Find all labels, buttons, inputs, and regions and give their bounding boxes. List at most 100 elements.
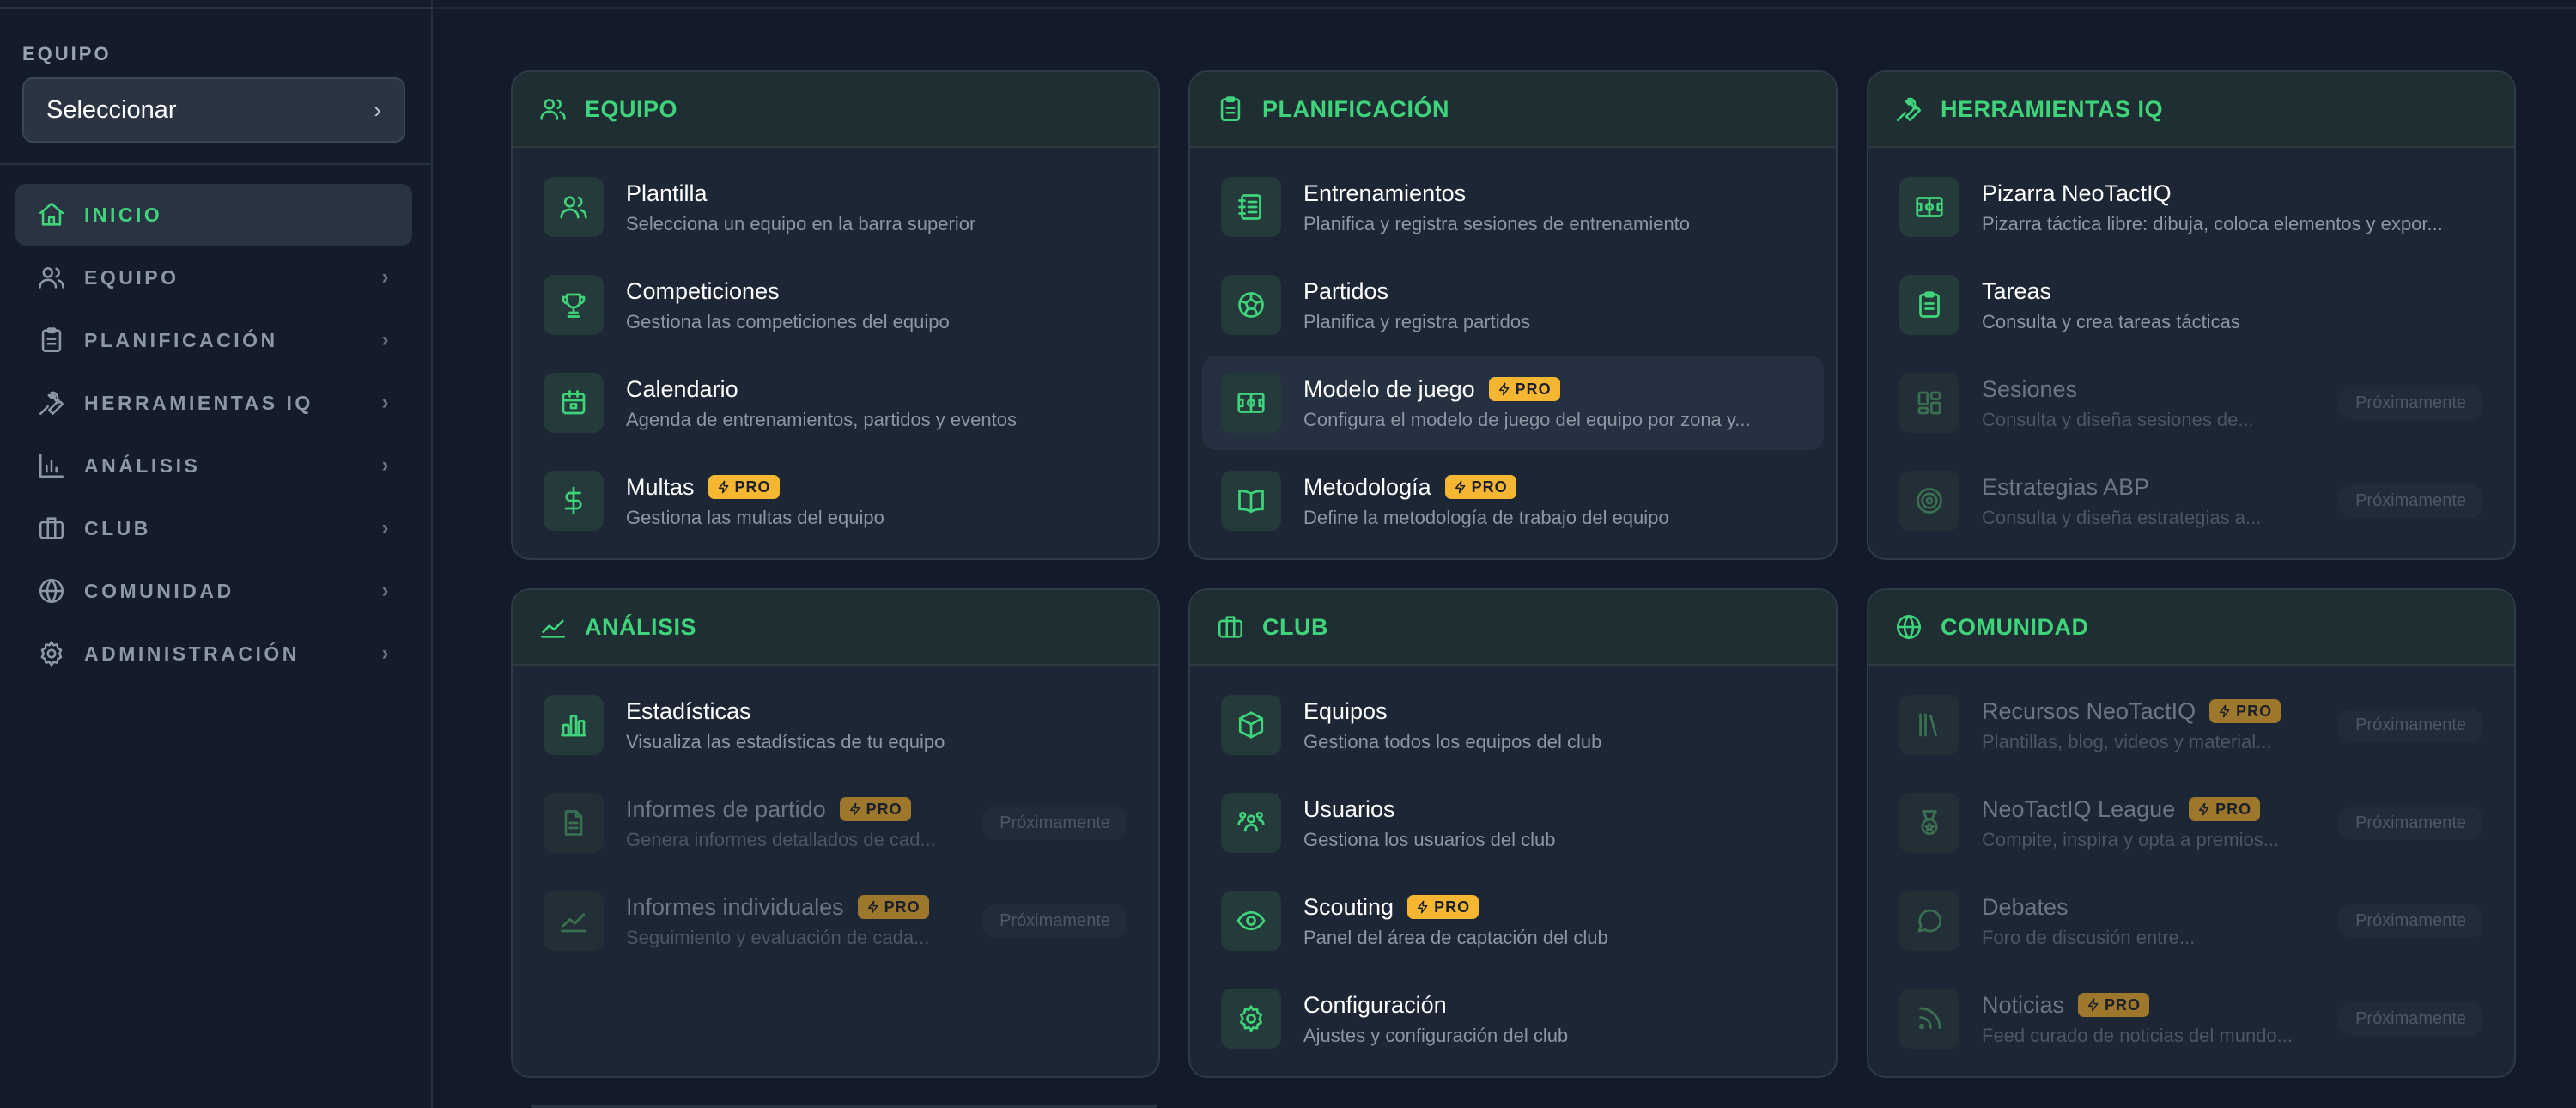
menu-item-competiciones[interactable]: Competiciones Gestiona las competiciones… xyxy=(525,258,1146,352)
sidebar-item-label: HERRAMIENTAS IQ xyxy=(84,391,313,414)
menu-item-estrategias-abp: Estrategias ABP Consulta y diseña estrat… xyxy=(1880,454,2502,548)
team-select[interactable]: Seleccionar › xyxy=(22,77,405,143)
card-header: COMUNIDAD xyxy=(1868,590,2514,666)
chevron-right-icon: › xyxy=(381,328,392,351)
card-club: CLUB Equipos Gestiona todos los equipos … xyxy=(1188,588,1838,1078)
pro-badge: PRO xyxy=(708,475,780,499)
users-icon xyxy=(36,262,67,293)
user-group-icon xyxy=(1221,793,1281,853)
document-icon xyxy=(544,793,604,853)
trophy-icon xyxy=(544,275,604,335)
lightning-icon xyxy=(718,480,728,494)
sidebar-item-label: EQUIPO xyxy=(84,265,179,289)
clipboard-icon xyxy=(36,325,67,356)
item-description: Consulta y crea tareas tácticas xyxy=(1982,311,2240,332)
item-title-text: Informes individuales xyxy=(626,893,844,920)
item-title-text: Scouting xyxy=(1303,893,1394,920)
menu-item-equipos[interactable]: Equipos Gestiona todos los equipos del c… xyxy=(1202,678,1824,772)
briefcase-icon xyxy=(36,513,67,544)
menu-item-metodologia[interactable]: Metodología PRO Define la metodología de… xyxy=(1202,454,1824,548)
pro-badge: PRO xyxy=(857,895,929,919)
item-title: Equipos xyxy=(1303,697,1388,724)
card-title: CLUB xyxy=(1262,613,1328,640)
item-title: NeoTactIQ League PRO xyxy=(1982,794,2323,824)
menu-item-multas[interactable]: Multas PRO Gestiona las multas del equip… xyxy=(525,454,1146,548)
menu-item-configuracion[interactable]: Configuración Ajustes y configuración de… xyxy=(1202,971,1824,1066)
pro-badge-label: PRO xyxy=(866,800,902,818)
item-description: Planifica y registra sesiones de entrena… xyxy=(1303,213,1691,234)
menu-item-estadisticas[interactable]: Estadísticas Visualiza las estadísticas … xyxy=(525,678,1146,772)
item-description: Gestiona todos los equipos del club xyxy=(1303,731,1602,752)
team-select-value: Seleccionar xyxy=(46,95,177,124)
chevron-right-icon: › xyxy=(381,454,392,477)
item-title: Modelo de juego PRO xyxy=(1303,374,1805,404)
menu-item-sesiones: Sesiones Consulta y diseña sesiones de..… xyxy=(1880,356,2502,450)
sidebar-item-administracion[interactable]: ADMINISTRACIÓN › xyxy=(15,623,412,685)
gear-icon xyxy=(36,638,67,669)
menu-item-scouting[interactable]: Scouting PRO Panel del área de captación… xyxy=(1202,874,1824,968)
sidebar-item-herramientas[interactable]: HERRAMIENTAS IQ › xyxy=(15,372,412,434)
pro-badge: PRO xyxy=(2078,993,2150,1017)
item-title: Multas PRO xyxy=(626,472,1127,502)
menu-item-noticias: Noticias PRO Feed curado de noticias del… xyxy=(1880,971,2502,1066)
menu-item-informes-de-partido: Informes de partido PRO Genera informes … xyxy=(525,776,1146,870)
item-description: Compite, inspira y opta a premios... xyxy=(1982,829,2280,850)
item-title: Noticias PRO xyxy=(1982,990,2323,1020)
book-open-icon xyxy=(1221,471,1281,531)
item-description: Visualiza las estadísticas de tu equipo xyxy=(626,731,945,752)
item-description: Plantillas, blog, videos y material... xyxy=(1982,731,2272,752)
menu-item-plantilla[interactable]: Plantilla Selecciona un equipo en la bar… xyxy=(525,160,1146,254)
pro-badge: PRO xyxy=(2189,797,2261,821)
pro-badge: PRO xyxy=(1407,895,1479,919)
menu-item-modelo-de-juego[interactable]: Modelo de juego PRO Configura el modelo … xyxy=(1202,356,1824,450)
field-icon xyxy=(1899,177,1959,237)
bar-chart-icon xyxy=(544,695,604,755)
item-title: Calendario xyxy=(626,375,738,402)
menu-item-calendario[interactable]: Calendario Agenda de entrenamientos, par… xyxy=(525,356,1146,450)
menu-item-league: NeoTactIQ League PRO Compite, inspira y … xyxy=(1880,776,2502,870)
menu-item-pizarra[interactable]: Pizarra NeoTactIQ Pizarra táctica libre:… xyxy=(1880,160,2502,254)
coming-soon-badge: Próximamente xyxy=(2338,708,2483,742)
menu-item-partidos[interactable]: Partidos Planifica y registra partidos xyxy=(1202,258,1824,352)
sidebar-nav: INICIO EQUIPO › PLANIFICACIÓN › HERRAMIE… xyxy=(15,184,412,685)
card-title: HERRAMIENTAS IQ xyxy=(1941,95,2164,122)
sidebar-item-inicio[interactable]: INICIO xyxy=(15,184,412,246)
item-description: Panel del área de captación del club xyxy=(1303,927,1608,948)
item-title-text: NeoTactIQ League xyxy=(1982,795,2176,822)
layout-grid-icon xyxy=(1899,373,1959,433)
item-title-text: Informes de partido xyxy=(626,795,826,822)
item-title: Sesiones xyxy=(1982,375,2078,402)
pro-badge: PRO xyxy=(1488,377,1560,401)
users-icon xyxy=(540,99,566,120)
item-title: Informes de partido PRO xyxy=(626,794,967,824)
sidebar-item-label: CLUB xyxy=(84,516,151,539)
field-icon xyxy=(1221,373,1281,433)
card-title: COMUNIDAD xyxy=(1941,613,2089,640)
trend-chart-icon xyxy=(540,619,566,638)
item-title: Tareas xyxy=(1982,277,2052,304)
dollar-icon xyxy=(544,471,604,531)
sidebar: EQUIPO Seleccionar › INICIO EQUIPO › PLA… xyxy=(0,0,433,1108)
item-description: Foro de discusión entre... xyxy=(1982,927,2196,948)
card-title: PLANIFICACIÓN xyxy=(1262,95,1449,122)
sidebar-item-equipo[interactable]: EQUIPO › xyxy=(15,247,412,308)
menu-item-entrenamientos[interactable]: Entrenamientos Planifica y registra sesi… xyxy=(1202,160,1824,254)
menu-item-usuarios[interactable]: Usuarios Gestiona los usuarios del club xyxy=(1202,776,1824,870)
home-icon xyxy=(36,199,67,230)
card-header: EQUIPO xyxy=(513,72,1158,148)
item-title: Partidos xyxy=(1303,277,1389,304)
rss-icon xyxy=(1899,989,1959,1049)
sidebar-item-comunidad[interactable]: COMUNIDAD › xyxy=(15,560,412,622)
card-header: HERRAMIENTAS IQ xyxy=(1868,72,2514,148)
pro-badge-label: PRO xyxy=(2215,800,2252,818)
menu-item-debates: Debates Foro de discusión entre... Próxi… xyxy=(1880,874,2502,968)
sidebar-item-label: PLANIFICACIÓN xyxy=(84,328,278,351)
library-icon xyxy=(1899,695,1959,755)
menu-item-tareas[interactable]: Tareas Consulta y crea tareas tácticas xyxy=(1880,258,2502,352)
sidebar-item-planificacion[interactable]: PLANIFICACIÓN › xyxy=(15,309,412,371)
item-title: Plantilla xyxy=(626,180,708,206)
pro-badge-label: PRO xyxy=(734,478,771,496)
chat-bubble-icon xyxy=(1899,891,1959,951)
sidebar-item-club[interactable]: CLUB › xyxy=(15,497,412,559)
sidebar-item-analisis[interactable]: ANÁLISIS › xyxy=(15,435,412,496)
